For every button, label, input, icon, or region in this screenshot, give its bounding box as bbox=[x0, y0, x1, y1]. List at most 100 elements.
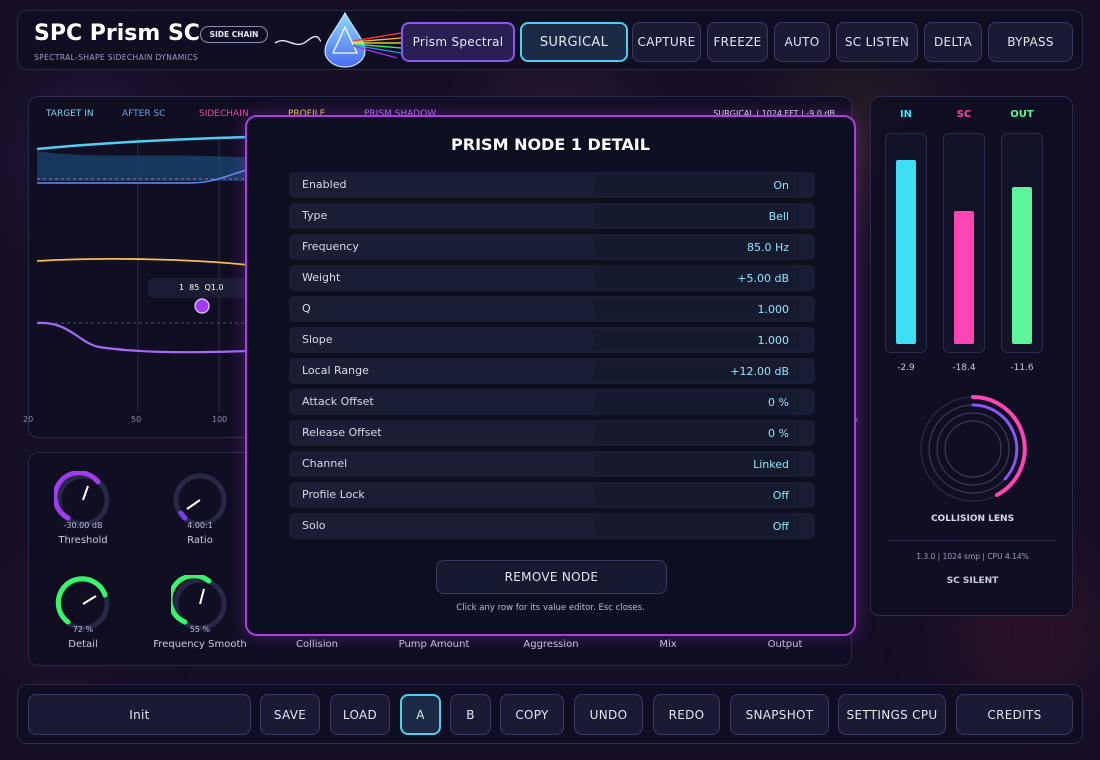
auto-button[interactable]: AUTO bbox=[774, 22, 830, 62]
detail-row-value: On bbox=[773, 179, 789, 192]
undo-button[interactable]: UNDO bbox=[574, 694, 643, 735]
frequency-smooth-label: Frequency Smooth bbox=[153, 639, 247, 650]
frequency-smooth-value: 55 % bbox=[189, 625, 211, 634]
detail-row-channel[interactable]: Channel Linked bbox=[289, 451, 815, 477]
detail-row-release-offset[interactable]: Release Offset 0 % bbox=[289, 420, 815, 446]
detail-row-value-box[interactable]: Off bbox=[594, 516, 799, 536]
meter-in-fill bbox=[896, 160, 916, 344]
detail-value: 72 % bbox=[72, 625, 94, 634]
x-tick-100: 100 bbox=[212, 415, 228, 424]
snapshot-button[interactable]: SNAPSHOT bbox=[730, 694, 829, 735]
detail-row-q[interactable]: Q 1.000 bbox=[289, 296, 815, 322]
detail-row-key: Type bbox=[302, 209, 328, 222]
ratio-label: Ratio bbox=[187, 535, 213, 546]
detail-row-type[interactable]: Type Bell bbox=[289, 203, 815, 229]
slot-a-button[interactable]: A bbox=[400, 694, 441, 735]
detail-row-key: Solo bbox=[302, 519, 326, 532]
sc-listen-button[interactable]: SC LISTEN bbox=[836, 22, 918, 62]
detail-row-value: Off bbox=[772, 489, 789, 502]
app-subtitle: SPECTRAL-SHAPE SIDECHAIN DYNAMICS bbox=[34, 53, 199, 62]
slot-b-button[interactable]: B bbox=[450, 694, 491, 735]
prism-node-detail-modal: PRISM NODE 1 DETAIL Enabled On Type Bell Fre… bbox=[245, 115, 856, 636]
meter-sc-label: SC bbox=[956, 109, 972, 120]
detail-row-frequency[interactable]: Frequency 85.0 Hz bbox=[289, 234, 815, 260]
detail-row-local-range[interactable]: Local Range +12.00 dB bbox=[289, 358, 815, 384]
remove-node-button[interactable]: REMOVE NODE bbox=[436, 560, 667, 594]
threshold-label: Threshold bbox=[58, 535, 108, 546]
meter-out bbox=[1001, 133, 1043, 353]
detail-label: Detail bbox=[68, 639, 98, 650]
preset-name-field[interactable]: Init bbox=[28, 694, 251, 735]
mix-label: Mix bbox=[659, 639, 677, 650]
sc-status: SC SILENT bbox=[946, 576, 999, 586]
detail-row-value-box[interactable]: 1.000 bbox=[594, 299, 799, 319]
detail-row-value-box[interactable]: +12.00 dB bbox=[594, 361, 799, 381]
settings-cpu-button[interactable]: SETTINGS CPU bbox=[838, 694, 946, 735]
detail-row-profile-lock[interactable]: Profile Lock Off bbox=[289, 482, 815, 508]
detail-row-value: Linked bbox=[753, 458, 789, 471]
meter-sc-fill bbox=[954, 211, 974, 344]
prism-spectral-button[interactable]: Prism Spectral bbox=[401, 22, 515, 62]
freeze-button[interactable]: FREEZE bbox=[707, 22, 768, 62]
version-info: 1.3.0 | 1024 smp | CPU 4.14% bbox=[916, 552, 1029, 561]
detail-row-value: 85.0 Hz bbox=[746, 241, 789, 254]
detail-row-weight[interactable]: Weight +5.00 dB bbox=[289, 265, 815, 291]
x-tick-20: 20 bbox=[23, 415, 34, 424]
detail-row-value-box[interactable]: 85.0 Hz bbox=[594, 237, 799, 257]
detail-row-value: Bell bbox=[768, 210, 789, 223]
detail-row-key: Weight bbox=[302, 271, 341, 284]
detail-row-key: Channel bbox=[302, 457, 348, 470]
bypass-button[interactable]: BYPASS bbox=[988, 22, 1073, 62]
meter-in-label: IN bbox=[899, 109, 913, 120]
collision-lens-icon bbox=[920, 395, 1027, 502]
aggression-label: Aggression bbox=[523, 639, 579, 650]
detail-row-value-box[interactable]: 0 % bbox=[594, 423, 799, 443]
detail-row-key: Q bbox=[302, 302, 311, 315]
meter-sc-value: -18.4 bbox=[952, 363, 976, 373]
detail-row-value-box[interactable]: 1.000 bbox=[594, 330, 799, 350]
output-label: Output bbox=[767, 639, 803, 650]
meter-in-value: -2.9 bbox=[897, 363, 915, 373]
pump-amount-label: Pump Amount bbox=[398, 639, 470, 650]
detail-row-attack-offset[interactable]: Attack Offset 0 % bbox=[289, 389, 815, 415]
meter-out-value: -11.6 bbox=[1010, 363, 1034, 373]
detail-row-value-box[interactable]: Off bbox=[594, 485, 799, 505]
detail-row-value: 1.000 bbox=[757, 303, 790, 316]
credits-button[interactable]: CREDITS bbox=[956, 694, 1073, 735]
sidechain-badge[interactable]: SIDE CHAIN bbox=[200, 26, 268, 43]
node-tag: 1 85 Q1.0 bbox=[179, 283, 224, 292]
meter-out-fill bbox=[1012, 187, 1032, 344]
detail-row-value: +5.00 dB bbox=[737, 272, 789, 285]
detail-row-value: Off bbox=[772, 520, 789, 533]
copy-button[interactable]: COPY bbox=[500, 694, 564, 735]
save-button[interactable]: SAVE bbox=[260, 694, 320, 735]
load-button[interactable]: LOAD bbox=[330, 694, 390, 735]
detail-row-value: +12.00 dB bbox=[730, 365, 789, 378]
meter-out-label: OUT bbox=[1010, 109, 1034, 120]
detail-row-value-box[interactable]: On bbox=[594, 175, 799, 195]
detail-row-value: 0 % bbox=[768, 427, 789, 440]
ratio-value: 4.00:1 bbox=[187, 521, 213, 530]
meters-panel: IN SC OUT -2.9 -18.4 -11.6 COLLISION LEN… bbox=[870, 96, 1073, 616]
detail-row-value: 1.000 bbox=[757, 334, 790, 347]
meters-divider bbox=[887, 540, 1056, 541]
detail-row-slope[interactable]: Slope 1.000 bbox=[289, 327, 815, 353]
detail-row-value-box[interactable]: 0 % bbox=[594, 392, 799, 412]
collision-label: Collision bbox=[296, 639, 338, 650]
prism-logo-icon bbox=[274, 11, 402, 68]
delta-button[interactable]: DELTA bbox=[924, 22, 982, 62]
detail-row-value-box[interactable]: +5.00 dB bbox=[594, 268, 799, 288]
meter-in bbox=[885, 133, 927, 353]
surgical-button[interactable]: SURGICAL bbox=[520, 22, 628, 62]
detail-row-enabled[interactable]: Enabled On bbox=[289, 172, 815, 198]
app-title: SPC Prism SC bbox=[34, 21, 200, 46]
detail-row-solo[interactable]: Solo Off bbox=[289, 513, 815, 539]
detail-row-value-box[interactable]: Bell bbox=[594, 206, 799, 226]
capture-button[interactable]: CAPTURE bbox=[632, 22, 701, 62]
detail-row-key: Local Range bbox=[302, 364, 369, 377]
modal-hint: Click any row for its value editor. Esc … bbox=[456, 603, 645, 613]
redo-button[interactable]: REDO bbox=[653, 694, 720, 735]
detail-row-key: Enabled bbox=[302, 178, 347, 191]
detail-row-key: Profile Lock bbox=[302, 488, 365, 501]
detail-row-value-box[interactable]: Linked bbox=[594, 454, 799, 474]
